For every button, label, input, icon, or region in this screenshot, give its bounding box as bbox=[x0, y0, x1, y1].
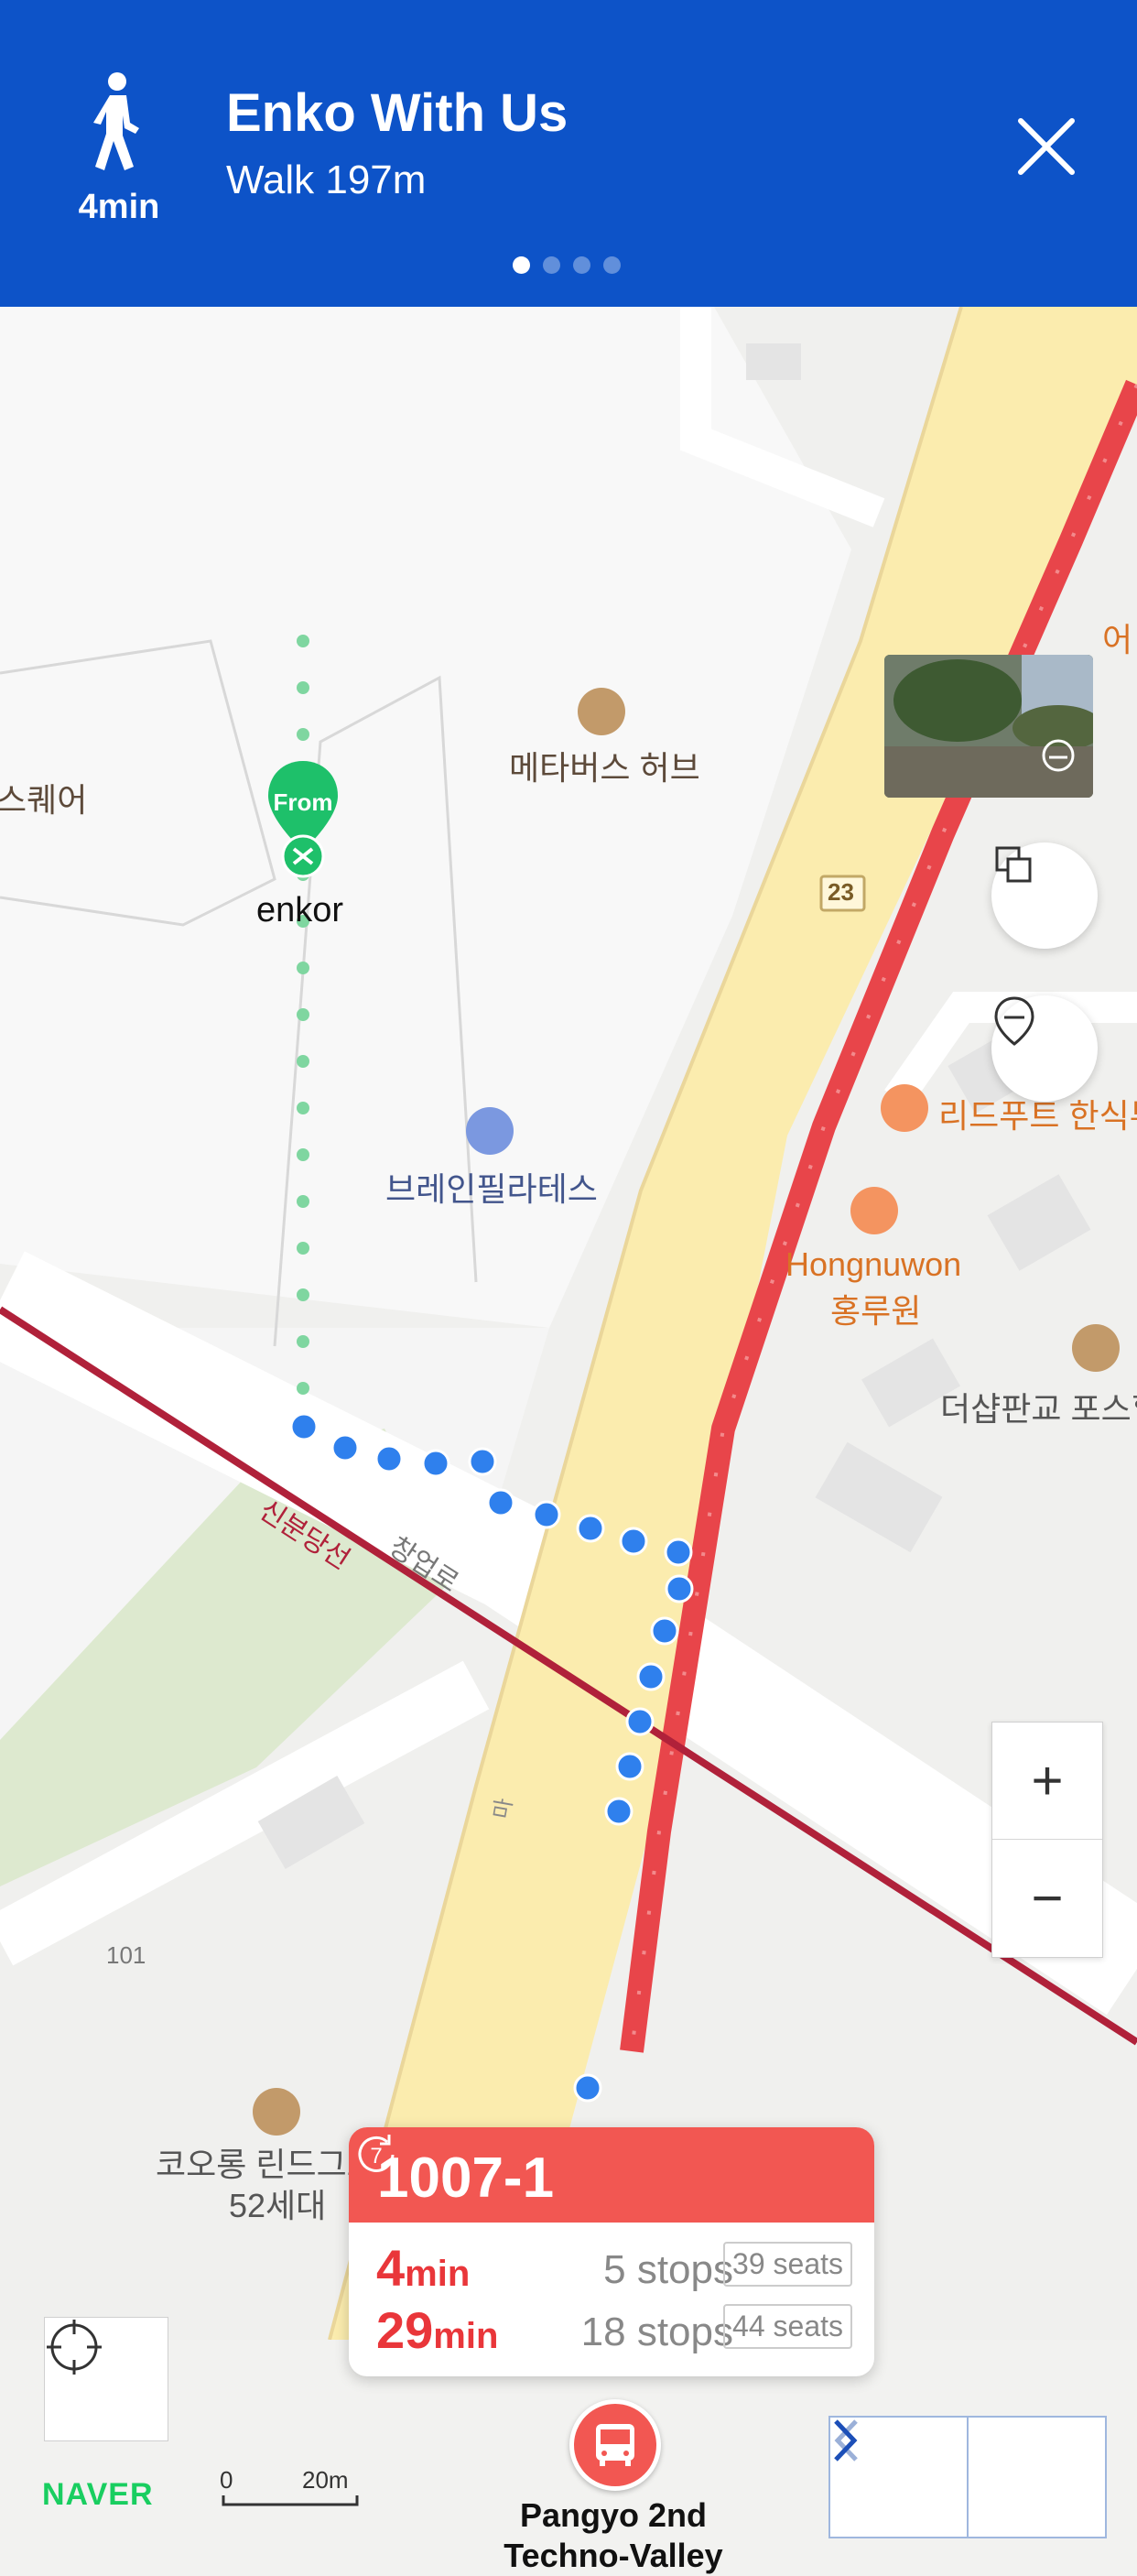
seats-badge: 44 seats bbox=[723, 2304, 852, 2349]
scale-bar bbox=[222, 2495, 359, 2506]
walk-time: 4min bbox=[78, 188, 160, 226]
walk-distance: Walk 197m bbox=[226, 158, 427, 202]
bus-stop-name: Pangyo 2nd Techno-Valley bbox=[476, 2495, 751, 2576]
layers-button[interactable] bbox=[991, 842, 1098, 949]
chevron-right-icon bbox=[834, 2419, 858, 2462]
street-view-thumbnail[interactable] bbox=[884, 655, 1093, 798]
refresh-count: 7 bbox=[370, 2144, 382, 2168]
map-canvas bbox=[0, 307, 1137, 2340]
poi-label[interactable]: Hongnuwon bbox=[785, 1245, 961, 1284]
naver-logo: NAVER bbox=[42, 2477, 154, 2512]
destination-title: Enko With Us bbox=[226, 83, 568, 143]
origin-badge: From bbox=[273, 788, 333, 816]
close-icon[interactable] bbox=[1012, 112, 1081, 181]
bus-stop-marker[interactable] bbox=[569, 2399, 661, 2491]
poi-label: 스퀘어 bbox=[0, 781, 88, 819]
seats-badge: 39 seats bbox=[723, 2242, 852, 2287]
bus-icon bbox=[596, 2424, 634, 2466]
next-step-button[interactable] bbox=[834, 2418, 1105, 2537]
origin-pin-icon bbox=[268, 761, 338, 878]
road-number: 23 bbox=[828, 878, 854, 906]
map-view[interactable]: 메타버스 허브 스퀘어 브레인필라테스 23 리드푸트 한식부 Hongnuwo… bbox=[0, 307, 1137, 2574]
plus-icon[interactable]: + bbox=[992, 1723, 1102, 1840]
bus-card-header: 1007-1 7 bbox=[349, 2127, 874, 2223]
minus-icon[interactable]: − bbox=[992, 1840, 1102, 1956]
street-view-image bbox=[884, 655, 1093, 798]
arrival-minutes: 4min bbox=[376, 2239, 471, 2297]
origin-name: enkor bbox=[256, 891, 344, 929]
page-dot[interactable] bbox=[543, 256, 560, 274]
bus-arrival-card[interactable]: 1007-1 7 4min 5 stops 39 seats 29min 18 … bbox=[349, 2127, 874, 2376]
arrival-row: 4min 5 stops 39 seats bbox=[376, 2239, 852, 2297]
poi-label: 어 bbox=[1102, 621, 1133, 658]
bus-stop-name-line2: Techno-Valley bbox=[504, 2537, 723, 2574]
my-location-button[interactable] bbox=[44, 2317, 168, 2441]
poi-label[interactable]: 메타버스 허브 bbox=[509, 742, 700, 789]
route-step-navigation[interactable] bbox=[828, 2416, 1107, 2538]
location-pin-button[interactable] bbox=[991, 995, 1098, 1102]
page-dot[interactable] bbox=[573, 256, 590, 274]
poi-label[interactable]: 홍루원 bbox=[830, 1285, 921, 1332]
scale-zero: 0 bbox=[220, 2466, 233, 2494]
arrival-row: 29min 18 stops 44 seats bbox=[376, 2301, 852, 2359]
walk-icon bbox=[93, 72, 139, 170]
crosshair-icon bbox=[47, 2320, 102, 2375]
layers-icon bbox=[995, 846, 1032, 883]
arrival-minutes: 29min bbox=[376, 2301, 499, 2359]
arrival-stops: 5 stops bbox=[603, 2247, 733, 2292]
zoom-control[interactable]: + − bbox=[991, 1722, 1103, 1958]
poi-label[interactable]: 더샵판교 포스힐 bbox=[940, 1383, 1137, 1430]
location-pin-icon bbox=[994, 996, 1034, 1046]
refresh-icon[interactable]: 7 bbox=[349, 2127, 404, 2182]
page-dot[interactable] bbox=[603, 256, 621, 274]
page-indicator[interactable] bbox=[513, 256, 621, 274]
arrival-stops: 18 stops bbox=[580, 2310, 733, 2354]
scale-distance: 20m bbox=[302, 2466, 349, 2494]
poi-label[interactable]: 브레인필라테스 bbox=[385, 1163, 598, 1211]
poi-label[interactable]: 52세대 bbox=[229, 2179, 326, 2227]
road-number: 101 bbox=[106, 1941, 146, 1969]
bus-stop-name-line1: Pangyo 2nd bbox=[519, 2496, 708, 2534]
route-header: 4min Enko With Us Walk 197m bbox=[0, 0, 1137, 307]
page-dot[interactable] bbox=[513, 256, 530, 274]
